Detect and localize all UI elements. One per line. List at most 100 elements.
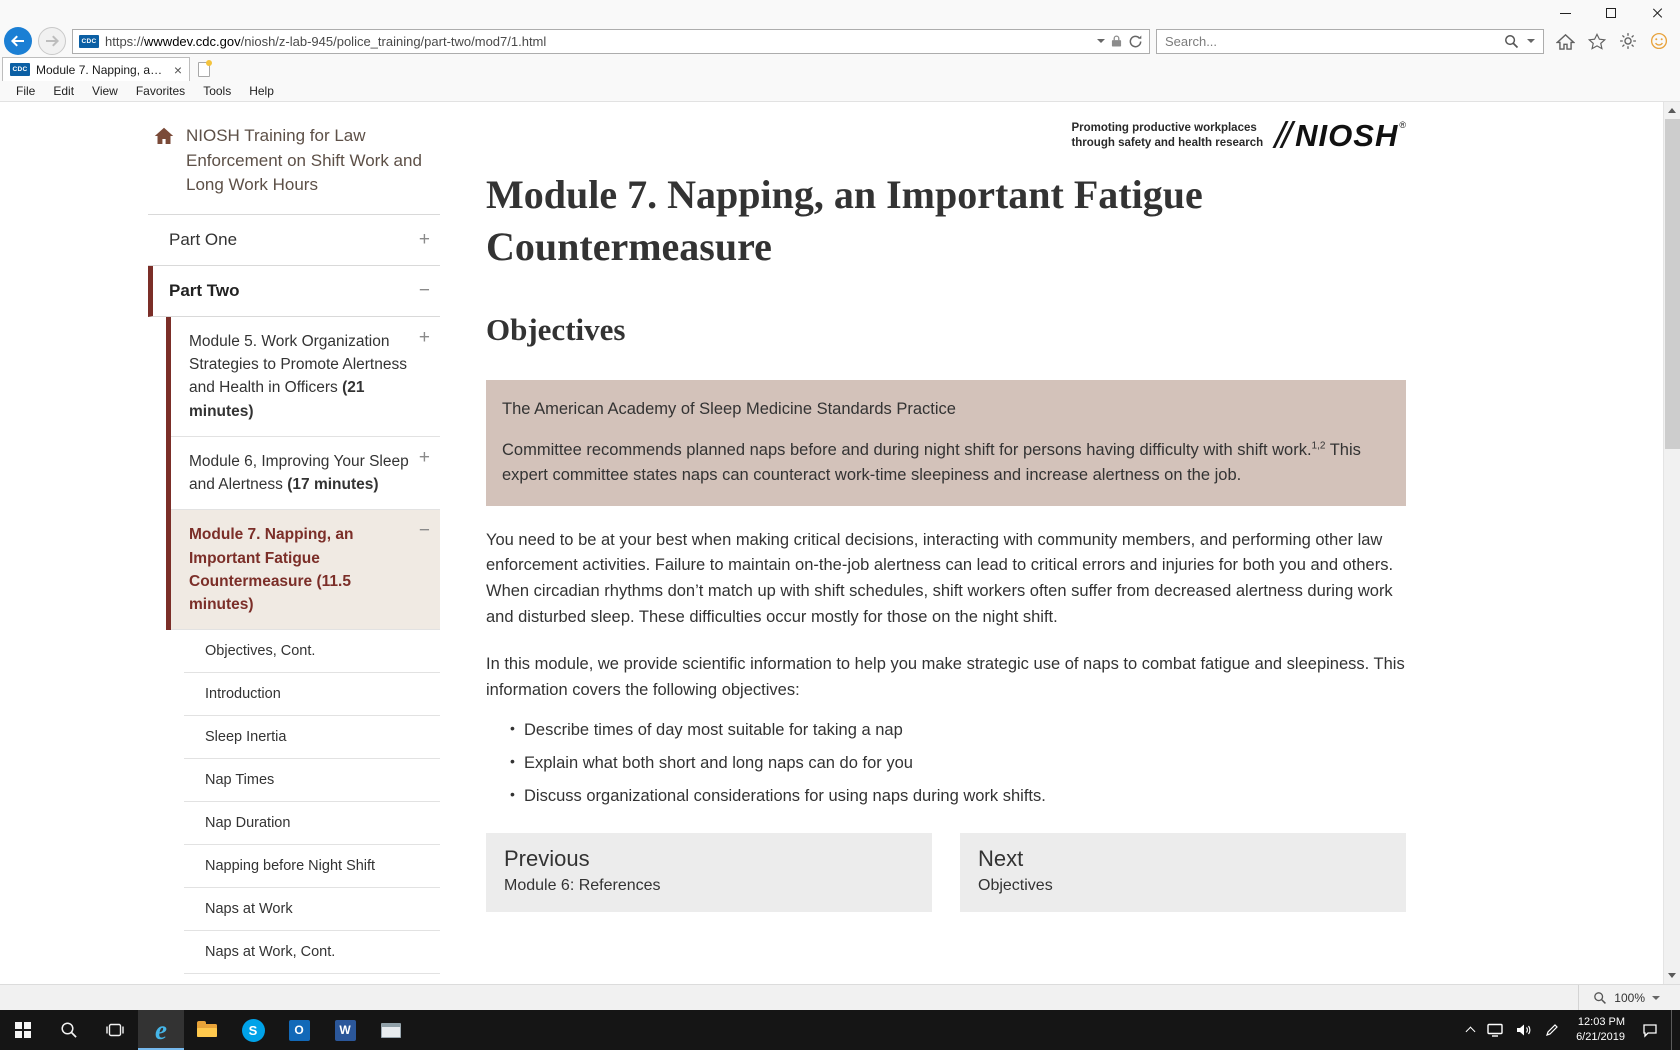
sidebar-subitem[interactable]: Introduction xyxy=(184,673,440,716)
windows-logo-icon xyxy=(15,1022,31,1038)
taskbar-word-button[interactable]: W xyxy=(322,1010,368,1050)
zoom-magnifier-icon xyxy=(1593,991,1607,1005)
expand-plus-icon[interactable]: + xyxy=(419,230,430,249)
part-one-label: Part One xyxy=(169,230,237,250)
sidebar-item-module5[interactable]: Module 5. Work Organization Strategies t… xyxy=(171,317,440,437)
minimize-icon xyxy=(1560,13,1571,14)
task-view-button[interactable] xyxy=(92,1010,138,1050)
niosh-masthead: Promoting productive workplaces through … xyxy=(486,106,1406,153)
favorites-star-icon[interactable] xyxy=(1588,33,1606,50)
zoom-dropdown-icon[interactable] xyxy=(1652,996,1660,1000)
pen-icon[interactable] xyxy=(1545,1023,1559,1037)
browser-window: CDC https://wwwdev.cdc.gov/niosh/z-lab-9… xyxy=(0,0,1680,1010)
taskbar-file-explorer-button[interactable] xyxy=(184,1010,230,1050)
lock-icon xyxy=(1111,34,1122,48)
address-dropdown-icon[interactable] xyxy=(1097,39,1105,43)
search-box[interactable] xyxy=(1156,29,1544,54)
scroll-up-arrow[interactable] xyxy=(1664,102,1680,119)
start-button[interactable] xyxy=(0,1010,46,1050)
tray-chevron-up-icon[interactable] xyxy=(1467,1025,1474,1035)
vertical-scrollbar[interactable] xyxy=(1663,102,1680,984)
sidebar-subitem[interactable]: Nap Times xyxy=(184,759,440,802)
taskbar-search-button[interactable] xyxy=(46,1010,92,1050)
smiley-feedback-icon[interactable] xyxy=(1650,32,1668,50)
zoom-control[interactable]: 100% xyxy=(1578,985,1680,1010)
search-dropdown-icon[interactable] xyxy=(1527,39,1535,43)
objective-item: Explain what both short and long naps ca… xyxy=(486,751,1406,776)
forward-button[interactable] xyxy=(38,27,66,55)
taskbar-ie-button[interactable]: e xyxy=(138,1010,184,1050)
scrollbar-thumb[interactable] xyxy=(1665,119,1680,449)
menu-view[interactable]: View xyxy=(84,82,126,100)
menu-help[interactable]: Help xyxy=(241,82,282,100)
maximize-icon xyxy=(1606,8,1616,18)
part-two-label: Part Two xyxy=(169,281,240,301)
menu-file[interactable]: File xyxy=(8,82,43,100)
next-label: Next xyxy=(978,846,1388,872)
next-button[interactable]: Next Objectives xyxy=(960,833,1406,912)
pager: Previous Module 6: References Next Objec… xyxy=(486,833,1406,942)
taskbar-clock[interactable]: 12:03 PM 6/21/2019 xyxy=(1572,1015,1629,1046)
refresh-icon[interactable] xyxy=(1128,34,1143,49)
internet-explorer-icon: e xyxy=(155,1017,167,1044)
address-toolbar: CDC https://wwwdev.cdc.gov/niosh/z-lab-9… xyxy=(0,26,1680,56)
sidebar-subitem[interactable]: Naps at Work xyxy=(184,888,440,931)
scroll-down-arrow[interactable] xyxy=(1664,967,1680,984)
address-bar[interactable]: CDC https://wwwdev.cdc.gov/niosh/z-lab-9… xyxy=(72,29,1150,54)
sidebar-subitem[interactable]: Nap Duration xyxy=(184,802,440,845)
taskbar-app-window-button[interactable] xyxy=(368,1010,414,1050)
tab-title: Module 7. Napping, an Imp... xyxy=(36,63,168,77)
tab-favicon: CDC xyxy=(10,63,30,76)
browser-status-bar: 100% xyxy=(0,984,1680,1010)
screen: CDC https://wwwdev.cdc.gov/niosh/z-lab-9… xyxy=(0,0,1680,1050)
url-protocol: https:// xyxy=(105,34,144,49)
niosh-logo: NIOSH ® xyxy=(1277,120,1406,151)
sidebar-subitem[interactable]: Naps at Work, Cont. xyxy=(184,931,440,974)
sidebar-item-module6[interactable]: Module 6, Improving Your Sleep and Alert… xyxy=(171,437,440,511)
callout-heading-line: The American Academy of Sleep Medicine S… xyxy=(502,397,1390,423)
show-desktop-button[interactable] xyxy=(1671,1010,1678,1050)
menu-tools[interactable]: Tools xyxy=(195,82,239,100)
minimize-button[interactable] xyxy=(1542,0,1588,26)
collapse-minus-icon[interactable]: − xyxy=(419,281,430,300)
tagline-line1: Promoting productive workplaces xyxy=(1071,121,1263,136)
close-icon xyxy=(1651,7,1663,19)
previous-button[interactable]: Previous Module 6: References xyxy=(486,833,932,912)
sidebar-item-part-one[interactable]: Part One + xyxy=(148,215,440,266)
network-icon[interactable] xyxy=(1487,1023,1503,1037)
clock-time: 12:03 PM xyxy=(1578,1015,1625,1030)
sidebar-home-link[interactable]: NIOSH Training for Law Enforcement on Sh… xyxy=(148,110,440,215)
sidebar-subitem[interactable]: Sleep Inertia xyxy=(184,716,440,759)
gear-icon[interactable] xyxy=(1619,32,1637,50)
objectives-list: Describe times of day most suitable for … xyxy=(486,718,1406,808)
body-paragraph: You need to be at your best when making … xyxy=(486,528,1406,630)
tab-bar: CDC Module 7. Napping, an Imp... × xyxy=(0,56,1680,81)
app-window-icon xyxy=(381,1023,401,1038)
expand-plus-icon[interactable]: + xyxy=(419,328,430,347)
tab-close-icon[interactable]: × xyxy=(174,63,182,77)
back-button[interactable] xyxy=(4,27,32,55)
menu-bar: File Edit View Favorites Tools Help xyxy=(0,81,1680,102)
expand-plus-icon[interactable]: + xyxy=(419,448,430,467)
volume-icon[interactable] xyxy=(1516,1023,1532,1037)
menu-edit[interactable]: Edit xyxy=(45,82,82,100)
sidebar-subitem[interactable]: Napping before Night Shift xyxy=(184,845,440,888)
search-icon[interactable] xyxy=(1504,34,1519,49)
sidebar-item-module7[interactable]: Module 7. Napping, an Important Fatigue … xyxy=(171,510,440,630)
cdc-favicon: CDC xyxy=(79,35,99,48)
sidebar-item-part-two[interactable]: Part Two − xyxy=(148,266,440,317)
home-icon[interactable] xyxy=(1556,33,1575,50)
sidebar-subitem[interactable]: Objectives, Cont. xyxy=(184,630,440,673)
search-input[interactable] xyxy=(1165,34,1496,49)
action-center-icon[interactable] xyxy=(1642,1023,1658,1038)
taskbar-skype-button[interactable]: S xyxy=(230,1010,276,1050)
maximize-button[interactable] xyxy=(1588,0,1634,26)
sidebar-home-title: NIOSH Training for Law Enforcement on Sh… xyxy=(186,124,440,198)
tab-module7[interactable]: CDC Module 7. Napping, an Imp... × xyxy=(2,57,190,81)
taskbar-outlook-button[interactable]: O xyxy=(276,1010,322,1050)
down-triangle-icon xyxy=(1668,973,1676,978)
close-button[interactable] xyxy=(1634,0,1680,26)
menu-favorites[interactable]: Favorites xyxy=(128,82,193,100)
new-tab-button[interactable] xyxy=(190,57,218,81)
collapse-minus-icon[interactable]: − xyxy=(419,521,430,540)
